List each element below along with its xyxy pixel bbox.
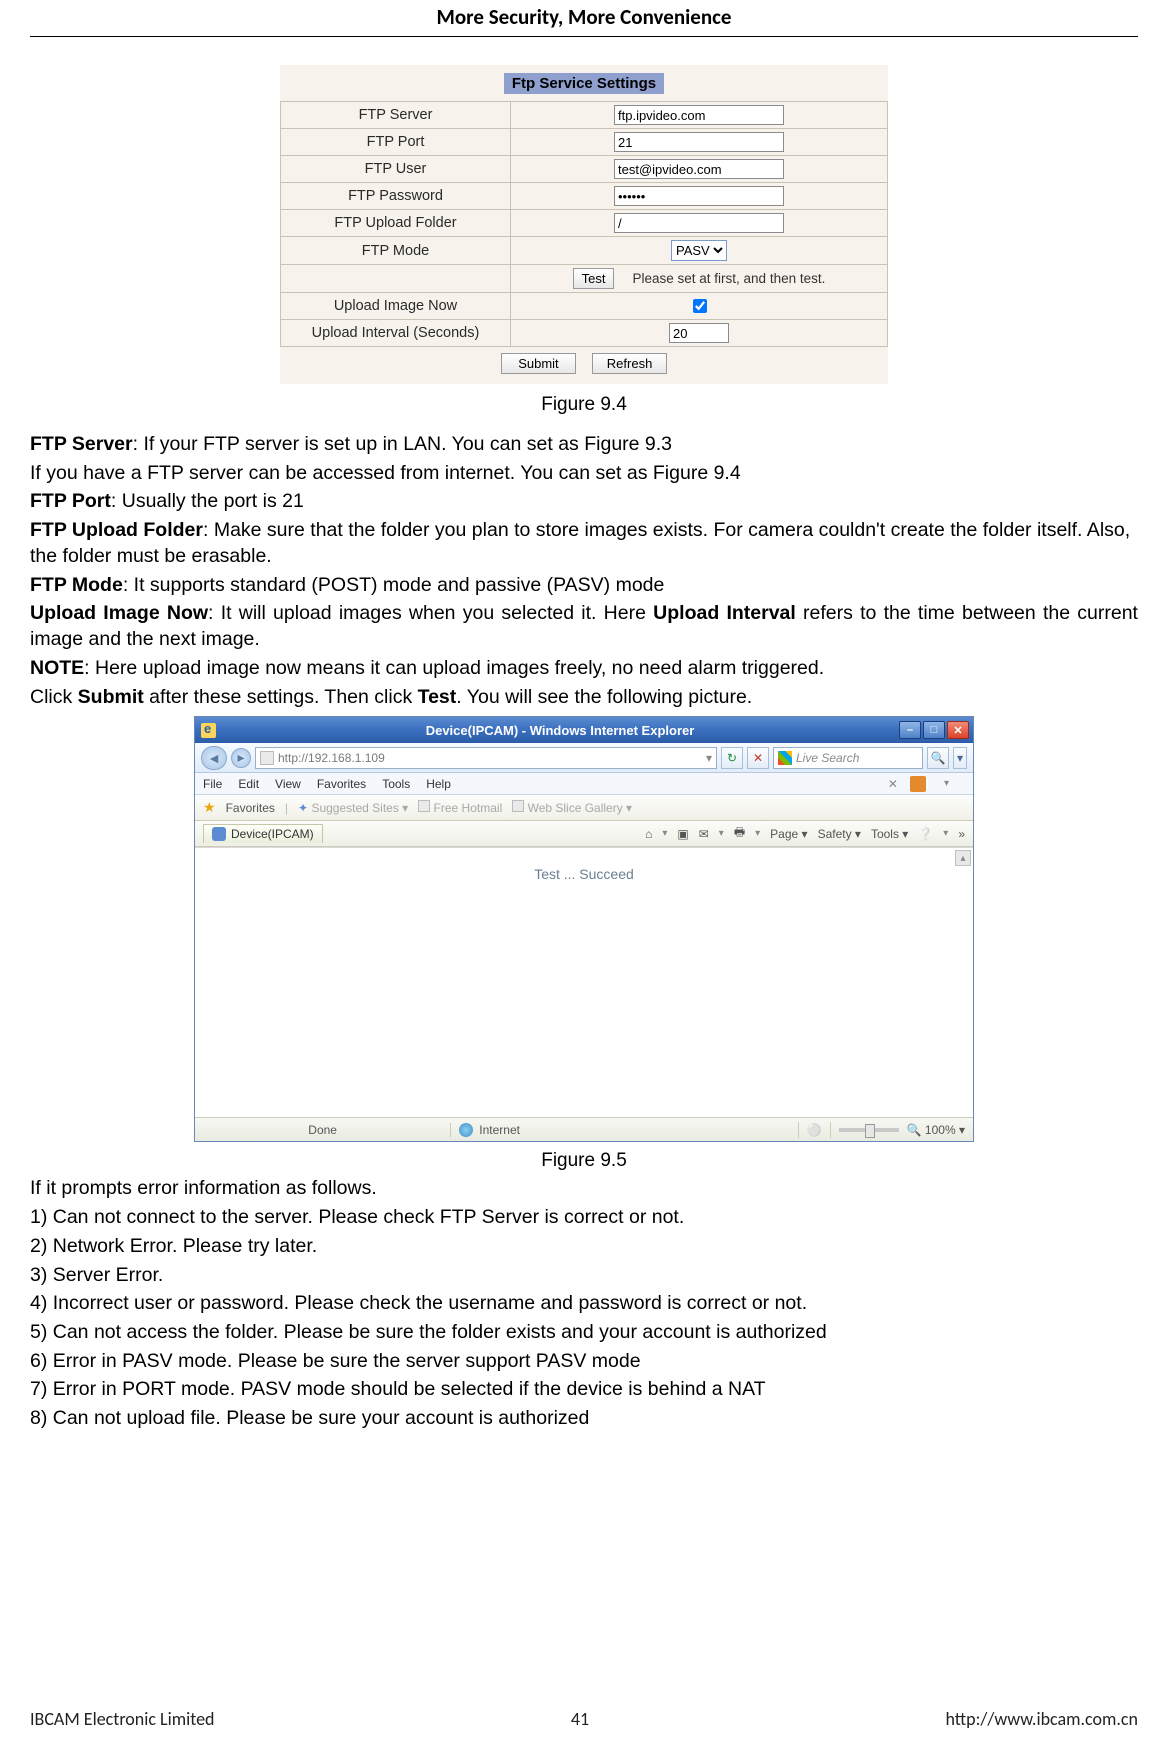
figure-9-5-caption: Figure 9.5 [30, 1150, 1138, 1172]
ftp-password-input[interactable] [614, 186, 784, 206]
ie-status-bar: Done Internet ⚪ 🔍 100% ▾ [195, 1117, 973, 1141]
ftp-test-hint: Please set at first, and then test. [633, 271, 826, 286]
zoom-level[interactable]: 🔍 100% ▾ [907, 1123, 965, 1137]
ftp-password-label: FTP Password [281, 183, 511, 210]
zoom-slider[interactable] [839, 1128, 899, 1132]
toolbar-mail-button[interactable]: ✉ [699, 827, 709, 841]
ftp-mode-label: FTP Mode [281, 237, 511, 265]
ie-titlebar: Device(IPCAM) - Windows Internet Explore… [195, 717, 973, 743]
upload-now-checkbox[interactable] [693, 299, 707, 313]
figure-9-5: Device(IPCAM) - Windows Internet Explore… [30, 716, 1138, 1142]
ftp-port-input[interactable] [614, 132, 784, 152]
menu-help[interactable]: Help [426, 777, 451, 791]
doc-text-block-2: If it prompts error information as follo… [30, 1176, 1138, 1432]
ftp-folder-input[interactable] [614, 213, 784, 233]
scrollbar-up-button[interactable]: ▴ [955, 850, 971, 866]
search-go-button[interactable]: 🔍 [927, 747, 949, 769]
tab-device-ipcam[interactable]: Device(IPCAM) [203, 824, 323, 843]
search-placeholder: Live Search [796, 751, 859, 765]
ie-tab-bar: Device(IPCAM) ⌂▾ ▣ ✉▾ 🖶▾ Page ▾ Safety ▾… [195, 821, 973, 847]
page-icon [260, 751, 274, 765]
favorites-label[interactable]: Favorites [226, 801, 275, 815]
menu-view[interactable]: View [275, 777, 301, 791]
figure-9-4: Ftp Service Settings FTP Server FTP Port… [30, 65, 1138, 384]
internet-zone-icon [459, 1123, 473, 1137]
ftp-port-label: FTP Port [281, 129, 511, 156]
toolbar-help-button[interactable]: ❔ [918, 827, 933, 841]
upload-interval-label: Upload Interval (Seconds) [281, 320, 511, 347]
page-header: More Security, More Convenience [30, 0, 1138, 37]
ie-favorites-bar: ★ Favorites | ✦ Suggested Sites ▾ Free H… [195, 795, 973, 821]
test-result-text: Test ... Succeed [534, 866, 634, 882]
toolbar-more-button[interactable]: » [958, 827, 965, 841]
upload-now-label: Upload Image Now [281, 293, 511, 320]
forward-button[interactable]: ▸ [231, 748, 251, 768]
figure-9-4-caption: Figure 9.4 [30, 394, 1138, 416]
page-footer: IBCAM Electronic Limited 41 http://www.i… [30, 1708, 1138, 1730]
ie-content-area: ▴ Test ... Succeed [195, 847, 973, 1117]
ftp-server-label: FTP Server [281, 102, 511, 129]
upload-interval-input[interactable] [669, 323, 729, 343]
ftp-mode-select[interactable]: PASV [671, 240, 727, 261]
footer-url: http://www.ibcam.com.cn [945, 1708, 1138, 1730]
ftp-submit-button[interactable]: Submit [501, 353, 576, 374]
ie-nav-bar: ◄ ▸ http://192.168.1.109 ▾ ↻ ✕ Live Sear… [195, 743, 973, 773]
free-hotmail-link[interactable]: Free Hotmail [418, 800, 502, 815]
menu-close-icon[interactable]: ✕ [888, 777, 898, 791]
ftp-user-label: FTP User [281, 156, 511, 183]
footer-company: IBCAM Electronic Limited [30, 1708, 215, 1730]
menu-tools[interactable]: Tools [382, 777, 410, 791]
search-options-button[interactable]: ▾ [953, 747, 967, 769]
toolbar-safety-menu[interactable]: Safety ▾ [818, 827, 861, 841]
stop-button[interactable]: ✕ [747, 747, 769, 769]
window-close-button[interactable]: ✕ [947, 721, 969, 739]
tab-title: Device(IPCAM) [231, 827, 314, 841]
ftp-refresh-button[interactable]: Refresh [592, 353, 667, 374]
ftp-server-input[interactable] [614, 105, 784, 125]
favorites-star-icon[interactable]: ★ [203, 799, 216, 816]
ftp-folder-label: FTP Upload Folder [281, 210, 511, 237]
ie-menu-bar: File Edit View Favorites Tools Help ✕ ▾ [195, 773, 973, 795]
search-provider-icon [778, 751, 792, 765]
suggested-sites-link[interactable]: ✦ Suggested Sites ▾ [298, 801, 408, 815]
menu-favorites[interactable]: Favorites [317, 777, 366, 791]
toolbar-print-button[interactable]: 🖶 [734, 823, 745, 844]
ftp-settings-table: Ftp Service Settings FTP Server FTP Port… [280, 65, 888, 384]
address-bar[interactable]: http://192.168.1.109 ▾ [255, 747, 717, 769]
menu-edit[interactable]: Edit [238, 777, 259, 791]
toolbar-feeds-button[interactable]: ▣ [677, 827, 688, 841]
status-done: Done [203, 1123, 442, 1137]
toolbar-page-menu[interactable]: Page ▾ [770, 827, 807, 841]
back-button[interactable]: ◄ [201, 746, 227, 770]
open-with-icon[interactable] [910, 776, 926, 792]
window-minimize-button[interactable]: – [899, 721, 921, 739]
address-url: http://192.168.1.109 [278, 751, 385, 765]
go-refresh-button[interactable]: ↻ [721, 747, 743, 769]
ftp-test-button[interactable]: Test [573, 268, 615, 289]
ftp-settings-title: Ftp Service Settings [504, 73, 664, 94]
open-with-arrow[interactable]: ▾ [944, 778, 949, 789]
toolbar-home-button[interactable]: ⌂ [645, 827, 652, 841]
ie-window-title: Device(IPCAM) - Windows Internet Explore… [221, 723, 899, 738]
protected-mode-icon: ⚪ [807, 1123, 822, 1137]
toolbar-tools-menu[interactable]: Tools ▾ [871, 827, 908, 841]
footer-page-number: 41 [571, 1708, 589, 1730]
tab-favicon-icon [212, 827, 226, 841]
ie-window: Device(IPCAM) - Windows Internet Explore… [194, 716, 974, 1142]
status-zone: Internet [479, 1123, 520, 1137]
doc-text-block-1: FTP Server: If your FTP server is set up… [30, 432, 1138, 710]
menu-file[interactable]: File [203, 777, 222, 791]
web-slice-link[interactable]: Web Slice Gallery ▾ [512, 800, 632, 815]
window-maximize-button[interactable]: □ [923, 721, 945, 739]
ftp-user-input[interactable] [614, 159, 784, 179]
search-box[interactable]: Live Search [773, 747, 923, 769]
ie-logo-icon [201, 723, 216, 738]
